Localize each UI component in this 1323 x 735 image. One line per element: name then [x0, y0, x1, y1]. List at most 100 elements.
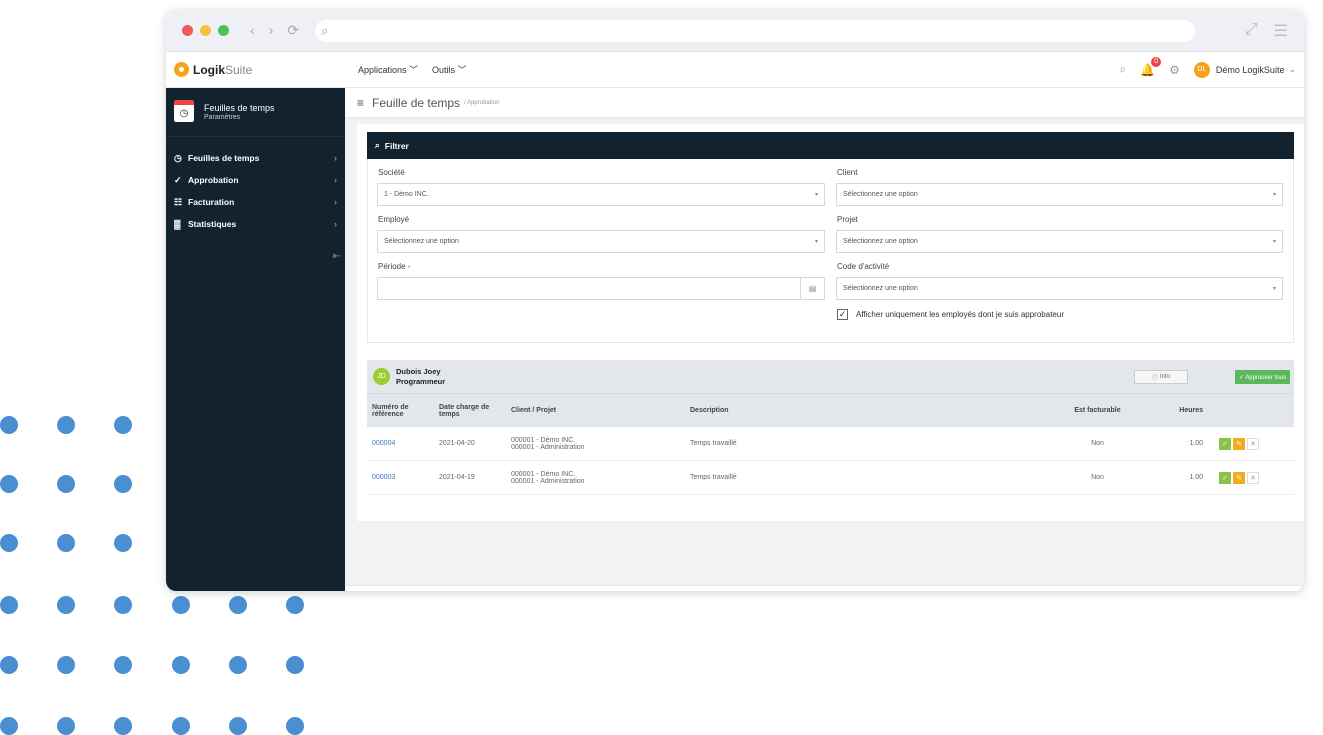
- chevron-right-icon: ›: [334, 153, 337, 163]
- col-header-ref[interactable]: Numéro de référence: [367, 404, 439, 418]
- approve-all-button[interactable]: ✓ Approuver tous: [1234, 370, 1290, 384]
- footer-bar: [345, 585, 1304, 591]
- decor-dot: [172, 596, 190, 614]
- avatar: JD: [373, 368, 390, 385]
- caret-down-icon: ▾: [1272, 286, 1276, 292]
- sidebar-item-label: Facturation: [188, 197, 235, 207]
- decor-dot: [172, 656, 190, 674]
- caret-down-icon: ▾: [1272, 192, 1276, 198]
- row-projet: 000001 - Administration: [511, 477, 585, 485]
- app-topbar: Logik Suite Applications ﹀ Outils ﹀ ⌕ 🔔 0 …: [166, 52, 1304, 88]
- minimize-window-button[interactable]: [200, 25, 211, 36]
- chart-icon: ▓: [174, 219, 181, 229]
- approve-check-icon[interactable]: ✓: [1219, 437, 1231, 450]
- edit-icon[interactable]: ✎: [1233, 471, 1245, 484]
- sidebar-item-approbation[interactable]: ✓ Approbation ›: [166, 169, 345, 191]
- calendar-icon[interactable]: ▤: [800, 278, 824, 299]
- menu-outils[interactable]: Outils ﹀: [432, 63, 467, 76]
- breadcrumb-current[interactable]: / Approbation: [464, 100, 499, 106]
- caret-down-icon: ▾: [814, 192, 818, 198]
- sidebar-item-feuilles[interactable]: ◷ Feuilles de temps ›: [166, 147, 345, 169]
- employee-header: JD Dubois Joey Programmeur ⓘ Info ✓ Appr…: [367, 360, 1294, 393]
- sidebar-item-facturation[interactable]: ☷ Facturation ›: [166, 191, 345, 213]
- decor-dot: [114, 596, 132, 614]
- ref-link[interactable]: 000003: [367, 474, 439, 481]
- client-select[interactable]: Sélectionnez une option ▾: [836, 183, 1283, 206]
- projet-select[interactable]: Sélectionnez une option ▾: [836, 230, 1283, 253]
- settings-icon[interactable]: ⚙: [1169, 63, 1180, 77]
- notification-badge: 0: [1151, 56, 1162, 67]
- forward-icon[interactable]: ›: [269, 22, 274, 39]
- periode-input[interactable]: ▤: [377, 277, 825, 300]
- chevron-down-icon: ⌄: [1288, 64, 1296, 74]
- collapse-sidebar-icon[interactable]: ⇤: [333, 251, 341, 262]
- fullscreen-icon[interactable]: ⤢: [1245, 21, 1258, 41]
- decor-dot: [286, 596, 304, 614]
- reload-icon[interactable]: ⟳: [287, 22, 299, 39]
- back-icon[interactable]: ‹: [250, 22, 255, 39]
- sidebar-item-label: Feuilles de temps: [188, 153, 260, 163]
- browser-window: ‹ › ⟳ ⌕ ⤢ ☰ Logik Suite Applications ﹀ Ou…: [166, 10, 1304, 591]
- col-header-client[interactable]: Client / Projet: [511, 407, 690, 414]
- chevron-right-icon: ›: [334, 175, 337, 185]
- projet-label: Projet: [837, 215, 858, 224]
- row-date: 2021-04-20: [439, 440, 475, 447]
- row-description: Temps travaillé: [690, 440, 737, 447]
- content-card: ⌕ Filtrer Société 1 - Démo INC. ▾ Client…: [357, 124, 1304, 521]
- filter-header[interactable]: ⌕ Filtrer: [367, 132, 1294, 159]
- address-bar[interactable]: ⌕: [315, 19, 1196, 42]
- societe-label: Société: [378, 168, 405, 177]
- col-header-billable[interactable]: Est facturable: [1070, 407, 1125, 414]
- row-billable: Non: [1091, 474, 1104, 481]
- hamburger-icon[interactable]: ≡: [357, 96, 364, 110]
- decor-dot: [114, 475, 132, 493]
- decor-dot: [0, 475, 18, 493]
- brand-name-bold: Logik: [193, 62, 225, 77]
- edit-icon[interactable]: ✎: [1233, 437, 1245, 450]
- info-button[interactable]: ⓘ Info: [1134, 370, 1188, 384]
- avatar: DL: [1193, 61, 1210, 78]
- module-title: Feuilles de temps: [204, 102, 275, 113]
- col-header-desc[interactable]: Description: [690, 407, 1070, 414]
- close-window-button[interactable]: [182, 25, 193, 36]
- code-activite-label: Code d'activité: [837, 262, 890, 271]
- breadcrumb: ≡ Feuille de temps / Approbation: [345, 88, 1304, 118]
- row-billable: Non: [1091, 440, 1104, 447]
- menu-applications[interactable]: Applications ﹀: [358, 63, 418, 76]
- client-label: Client: [837, 168, 858, 177]
- reject-x-icon[interactable]: ✕: [1247, 471, 1259, 484]
- approve-check-icon[interactable]: ✓: [1219, 471, 1231, 484]
- decor-dot: [0, 717, 18, 735]
- ref-link[interactable]: 000004: [367, 440, 439, 447]
- user-menu[interactable]: DL Démo LogikSuite ⌄: [1193, 61, 1296, 78]
- decor-dot: [57, 534, 75, 552]
- col-header-hours[interactable]: Heures: [1125, 407, 1203, 414]
- row-client: 000001 - Démo INC.: [511, 470, 576, 478]
- decor-dot: [57, 656, 75, 674]
- user-name: Démo LogikSuite: [1215, 64, 1285, 75]
- sidebar: ◷ Feuilles de temps Paramètres ◷ Feuille…: [166, 88, 345, 591]
- decor-dot: [229, 596, 247, 614]
- search-icon[interactable]: ⌕: [1119, 62, 1126, 77]
- bell-icon[interactable]: 🔔 0: [1140, 56, 1162, 77]
- sidebar-item-statistiques[interactable]: ▓ Statistiques ›: [166, 213, 345, 235]
- decor-dot: [286, 656, 304, 674]
- search-icon: ⌕: [375, 140, 380, 150]
- menu-icon[interactable]: ☰: [1274, 21, 1288, 41]
- approver-only-checkbox[interactable]: ✓: [837, 309, 848, 320]
- table-header: Numéro de référence Date charge de temps…: [367, 393, 1294, 427]
- module-header[interactable]: ◷ Feuilles de temps Paramètres: [166, 88, 345, 137]
- search-icon: ⌕: [321, 22, 329, 38]
- maximize-window-button[interactable]: [218, 25, 229, 36]
- col-header-date[interactable]: Date charge de temps: [439, 404, 511, 418]
- employe-select[interactable]: Sélectionnez une option ▾: [377, 230, 825, 253]
- reject-x-icon[interactable]: ✕: [1247, 437, 1259, 450]
- decor-dot: [114, 656, 132, 674]
- info-icon: ⓘ: [1151, 375, 1158, 382]
- code-activite-select[interactable]: Sélectionnez une option ▾: [836, 277, 1283, 300]
- chevron-right-icon: ›: [334, 219, 337, 229]
- filter-title: Filtrer: [384, 140, 409, 151]
- approver-only-checkbox-row[interactable]: ✓ Afficher uniquement les employés dont …: [837, 309, 1064, 320]
- app-logo[interactable]: Logik Suite: [166, 62, 345, 77]
- societe-select[interactable]: 1 - Démo INC. ▾: [377, 183, 825, 206]
